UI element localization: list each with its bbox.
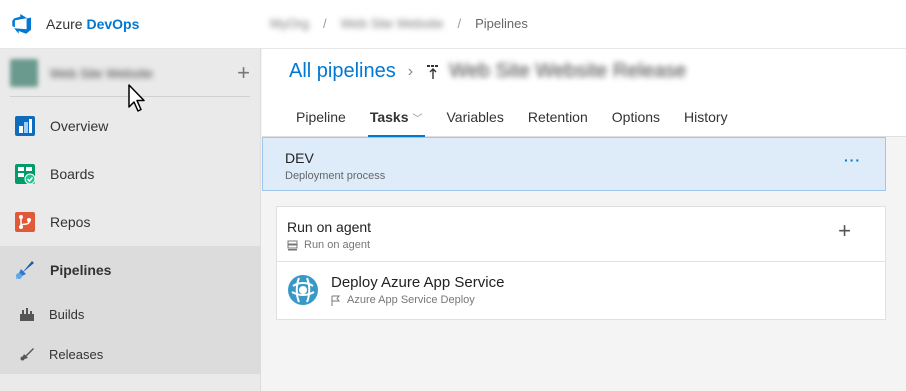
tab-pipeline[interactable]: Pipeline <box>284 101 358 137</box>
project-name: Web Site Website <box>50 65 153 81</box>
sidebar-item-label: Repos <box>50 214 91 230</box>
builds-icon <box>18 305 36 323</box>
flag-icon <box>331 295 341 306</box>
sidebar-item-boards[interactable]: Boards <box>0 150 261 198</box>
brand[interactable]: Azure DevOps <box>12 12 139 36</box>
chevron-down-icon: ﹀ <box>412 114 423 125</box>
sidebar-item-label: Releases <box>49 346 104 362</box>
page-title: All pipelines › Web Site Website Release <box>289 60 686 83</box>
task-deploy-app-service[interactable]: Deploy Azure App Service Azure App Servi… <box>276 262 886 320</box>
brand-text: Azure DevOps <box>46 16 140 32</box>
task-subtitle-text: Azure App Service Deploy <box>347 294 475 306</box>
sidebar-item-builds[interactable]: Builds <box>0 294 261 334</box>
chevron-right-icon: › <box>407 62 414 80</box>
release-pipeline-icon <box>427 64 439 79</box>
agent-job[interactable]: Run on agent Run on agent + <box>276 206 886 262</box>
add-task-button[interactable]: + <box>838 219 851 243</box>
job-name: Run on agent <box>287 219 372 235</box>
project-selector[interactable]: Web Site Website + <box>10 59 250 87</box>
pipelines-icon <box>13 258 37 282</box>
tab-history[interactable]: History <box>672 101 740 137</box>
stage-dev[interactable]: DEV Deployment process ··· <box>262 137 886 191</box>
stage-name: DEV <box>285 150 314 166</box>
add-project-button[interactable]: + <box>237 59 250 87</box>
repos-icon <box>13 210 37 234</box>
azure-devops-logo-icon <box>12 14 32 34</box>
all-pipelines-link[interactable]: All pipelines <box>289 60 396 83</box>
job-subtitle: Run on agent <box>287 239 370 251</box>
overview-icon <box>13 114 37 138</box>
boards-icon <box>13 162 37 186</box>
sidebar-item-label: Overview <box>50 118 109 134</box>
tab-bar: Pipeline Tasks ﹀ Variables Retention Opti… <box>284 101 740 137</box>
tab-label: History <box>684 109 728 125</box>
sidebar-item-label: Pipelines <box>50 262 112 278</box>
pipeline-name[interactable]: Web Site Website Release <box>449 60 686 83</box>
main-content: All pipelines › Web Site Website Release… <box>262 49 906 391</box>
tab-label: Retention <box>527 109 588 125</box>
stage-subtitle: Deployment process <box>285 170 386 182</box>
tab-label: Pipeline <box>296 109 346 125</box>
tab-tasks[interactable]: Tasks ﹀ <box>358 101 435 137</box>
job-subtitle-text: Run on agent <box>304 239 371 251</box>
task-name: Deploy Azure App Service <box>331 274 505 291</box>
tab-label: Variables <box>446 109 504 125</box>
sidebar-item-label: Builds <box>49 306 85 322</box>
top-header: Azure DevOps MyOrg / Web Site Website / … <box>0 0 906 49</box>
sidebar-item-pipelines[interactable]: Pipelines <box>0 246 261 294</box>
tab-options[interactable]: Options <box>600 101 672 137</box>
breadcrumb-project[interactable]: Web Site Website <box>341 16 444 31</box>
breadcrumb-separator: / <box>457 16 462 31</box>
sidebar-item-releases[interactable]: Releases <box>0 334 261 374</box>
azure-app-service-icon <box>288 275 318 305</box>
releases-icon <box>18 345 36 363</box>
pipeline-header: All pipelines › Web Site Website Release… <box>262 49 906 137</box>
tab-retention[interactable]: Retention <box>516 101 600 137</box>
breadcrumb: MyOrg / Web Site Website / Pipelines <box>270 16 528 31</box>
tab-variables[interactable]: Variables <box>435 101 516 137</box>
task-subtitle: Azure App Service Deploy <box>331 294 475 306</box>
breadcrumb-org[interactable]: MyOrg <box>270 16 309 31</box>
breadcrumb-pipelines[interactable]: Pipelines <box>475 16 528 31</box>
tab-label: Options <box>611 109 661 125</box>
tab-label: Tasks <box>369 109 409 125</box>
more-options-icon[interactable]: ··· <box>844 152 861 168</box>
breadcrumb-separator: / <box>323 16 327 31</box>
server-icon <box>287 240 298 251</box>
sidebar-item-repos[interactable]: Repos <box>0 198 261 246</box>
project-avatar <box>10 59 38 87</box>
mouse-cursor-icon <box>128 84 145 112</box>
sidebar-item-label: Boards <box>50 166 95 182</box>
